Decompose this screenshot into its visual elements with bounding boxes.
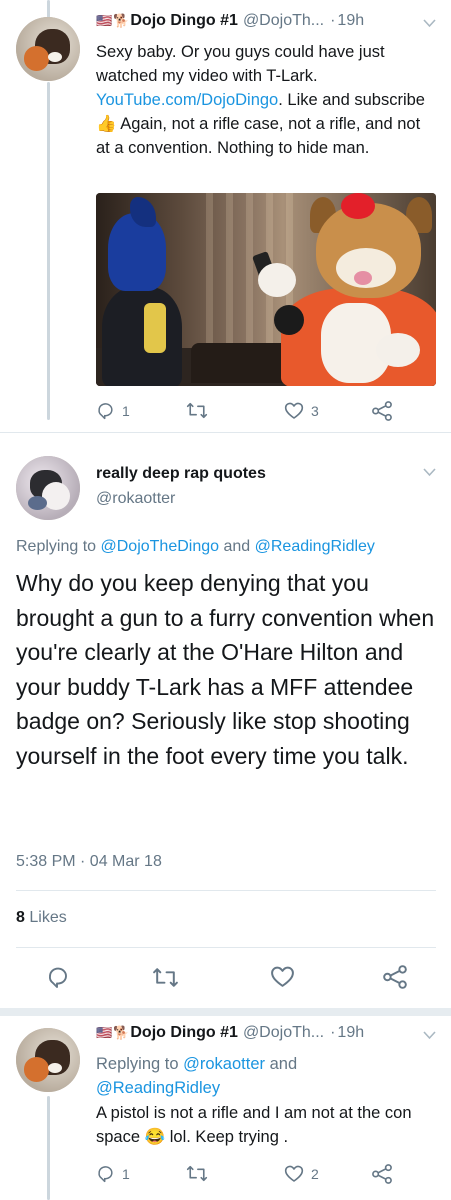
- retweet-icon: [186, 401, 208, 420]
- replying-to: Replying to @rokaotter and @ReadingRidley: [96, 1052, 436, 1100]
- reply-count: 1: [122, 1165, 130, 1182]
- main-tweet-timestamp[interactable]: 5:38 PM · 04 Mar 18: [16, 853, 162, 871]
- share-icon: [382, 965, 408, 989]
- chevron-down-icon[interactable]: [423, 465, 436, 480]
- tweet-text-part: Sexy baby. Or you guys could have just w…: [96, 43, 385, 85]
- tweet-text: A pistol is not a rifle and I am not at …: [96, 1101, 436, 1149]
- share-icon: [371, 1164, 393, 1184]
- mention-link[interactable]: @ReadingRidley: [255, 538, 375, 555]
- reply-button[interactable]: [46, 965, 70, 989]
- likes-summary[interactable]: 8 Likes: [16, 909, 67, 927]
- replying-to-and: and: [265, 1055, 298, 1073]
- reply-button[interactable]: 1: [96, 401, 130, 420]
- separator-dot: ·: [330, 12, 336, 29]
- thread-line-tweet3: [47, 1096, 50, 1200]
- display-name[interactable]: really deep rap quotes: [96, 465, 266, 483]
- media-photo[interactable]: [96, 193, 436, 386]
- retweet-icon: [186, 1164, 208, 1183]
- share-button[interactable]: [371, 401, 393, 421]
- thread-line-tweet1: [47, 82, 50, 420]
- reply-icon: [96, 1164, 115, 1183]
- replying-to-label: Replying to: [16, 538, 101, 555]
- likes-count: 8: [16, 909, 25, 926]
- divider: [16, 947, 436, 948]
- mention-link[interactable]: @rokaotter: [183, 1055, 265, 1073]
- display-name[interactable]: Dojo Dingo #1: [130, 1024, 238, 1042]
- retweet-icon: [152, 966, 179, 989]
- display-name[interactable]: Dojo Dingo #1: [130, 12, 238, 30]
- like-count: 2: [311, 1165, 319, 1182]
- like-icon: [270, 965, 295, 988]
- thumbs-up-emoji: 👍: [96, 115, 117, 133]
- main-tweet-text: Why do you keep denying that you brought…: [16, 570, 435, 769]
- retweet-button[interactable]: [152, 966, 179, 989]
- like-icon: [284, 1164, 304, 1183]
- like-button[interactable]: 2: [284, 1164, 319, 1183]
- divider: [0, 1008, 451, 1016]
- chevron-down-icon[interactable]: [423, 1028, 436, 1043]
- tweet-text-part: lol. Keep trying .: [165, 1128, 289, 1146]
- reply-icon: [96, 401, 115, 420]
- avatar[interactable]: [16, 1028, 80, 1092]
- divider: [16, 890, 436, 891]
- chevron-down-icon[interactable]: [423, 16, 436, 31]
- handle[interactable]: @DojoTh...: [243, 12, 324, 30]
- avatar[interactable]: [16, 456, 80, 520]
- timestamp[interactable]: 19h: [337, 12, 364, 30]
- share-button[interactable]: [382, 965, 408, 989]
- laughing-emoji: 😂: [144, 1128, 166, 1146]
- tweet-header: 🇺🇸 🐕 Dojo Dingo #1 @DojoTh... · 19h: [96, 1024, 364, 1042]
- tweet-text-part: . Like and subscribe: [278, 91, 425, 109]
- share-icon: [371, 401, 393, 421]
- share-button[interactable]: [371, 1164, 393, 1184]
- likes-label: Likes: [29, 909, 67, 926]
- youtube-link[interactable]: YouTube.com/DojoDingo: [96, 91, 278, 109]
- handle[interactable]: @rokaotter: [96, 490, 175, 508]
- tweet-text-part: Again, not a rifle case, not a rifle, an…: [96, 115, 421, 157]
- flag-emoji: 🇺🇸: [96, 13, 113, 28]
- like-count: 3: [311, 402, 319, 419]
- flag-emoji: 🇺🇸: [96, 1025, 113, 1040]
- like-icon: [284, 401, 304, 420]
- mention-link[interactable]: @ReadingRidley: [96, 1079, 220, 1097]
- tweet-header: 🇺🇸 🐕 Dojo Dingo #1 @DojoTh... · 19h: [96, 12, 364, 30]
- reply-button[interactable]: 1: [96, 1164, 130, 1183]
- like-button[interactable]: [270, 965, 295, 988]
- handle[interactable]: @DojoTh...: [243, 1024, 324, 1042]
- like-button[interactable]: 3: [284, 401, 319, 420]
- separator-dot: ·: [330, 1024, 336, 1041]
- avatar[interactable]: [16, 17, 80, 81]
- retweet-button[interactable]: [186, 1164, 215, 1183]
- mention-link[interactable]: @DojoTheDingo: [101, 538, 220, 555]
- replying-to-and: and: [219, 538, 255, 555]
- retweet-button[interactable]: [186, 401, 215, 420]
- replying-to-label: Replying to: [96, 1055, 184, 1073]
- reply-count: 1: [122, 402, 130, 419]
- timestamp[interactable]: 19h: [337, 1024, 364, 1042]
- dog-emoji: 🐕: [113, 1025, 130, 1040]
- tweet-text: Sexy baby. Or you guys could have just w…: [96, 40, 436, 160]
- reply-icon: [46, 965, 70, 989]
- replying-to: Replying to @DojoTheDingo and @ReadingRi…: [16, 538, 375, 556]
- dog-emoji: 🐕: [113, 13, 130, 28]
- divider: [0, 432, 451, 433]
